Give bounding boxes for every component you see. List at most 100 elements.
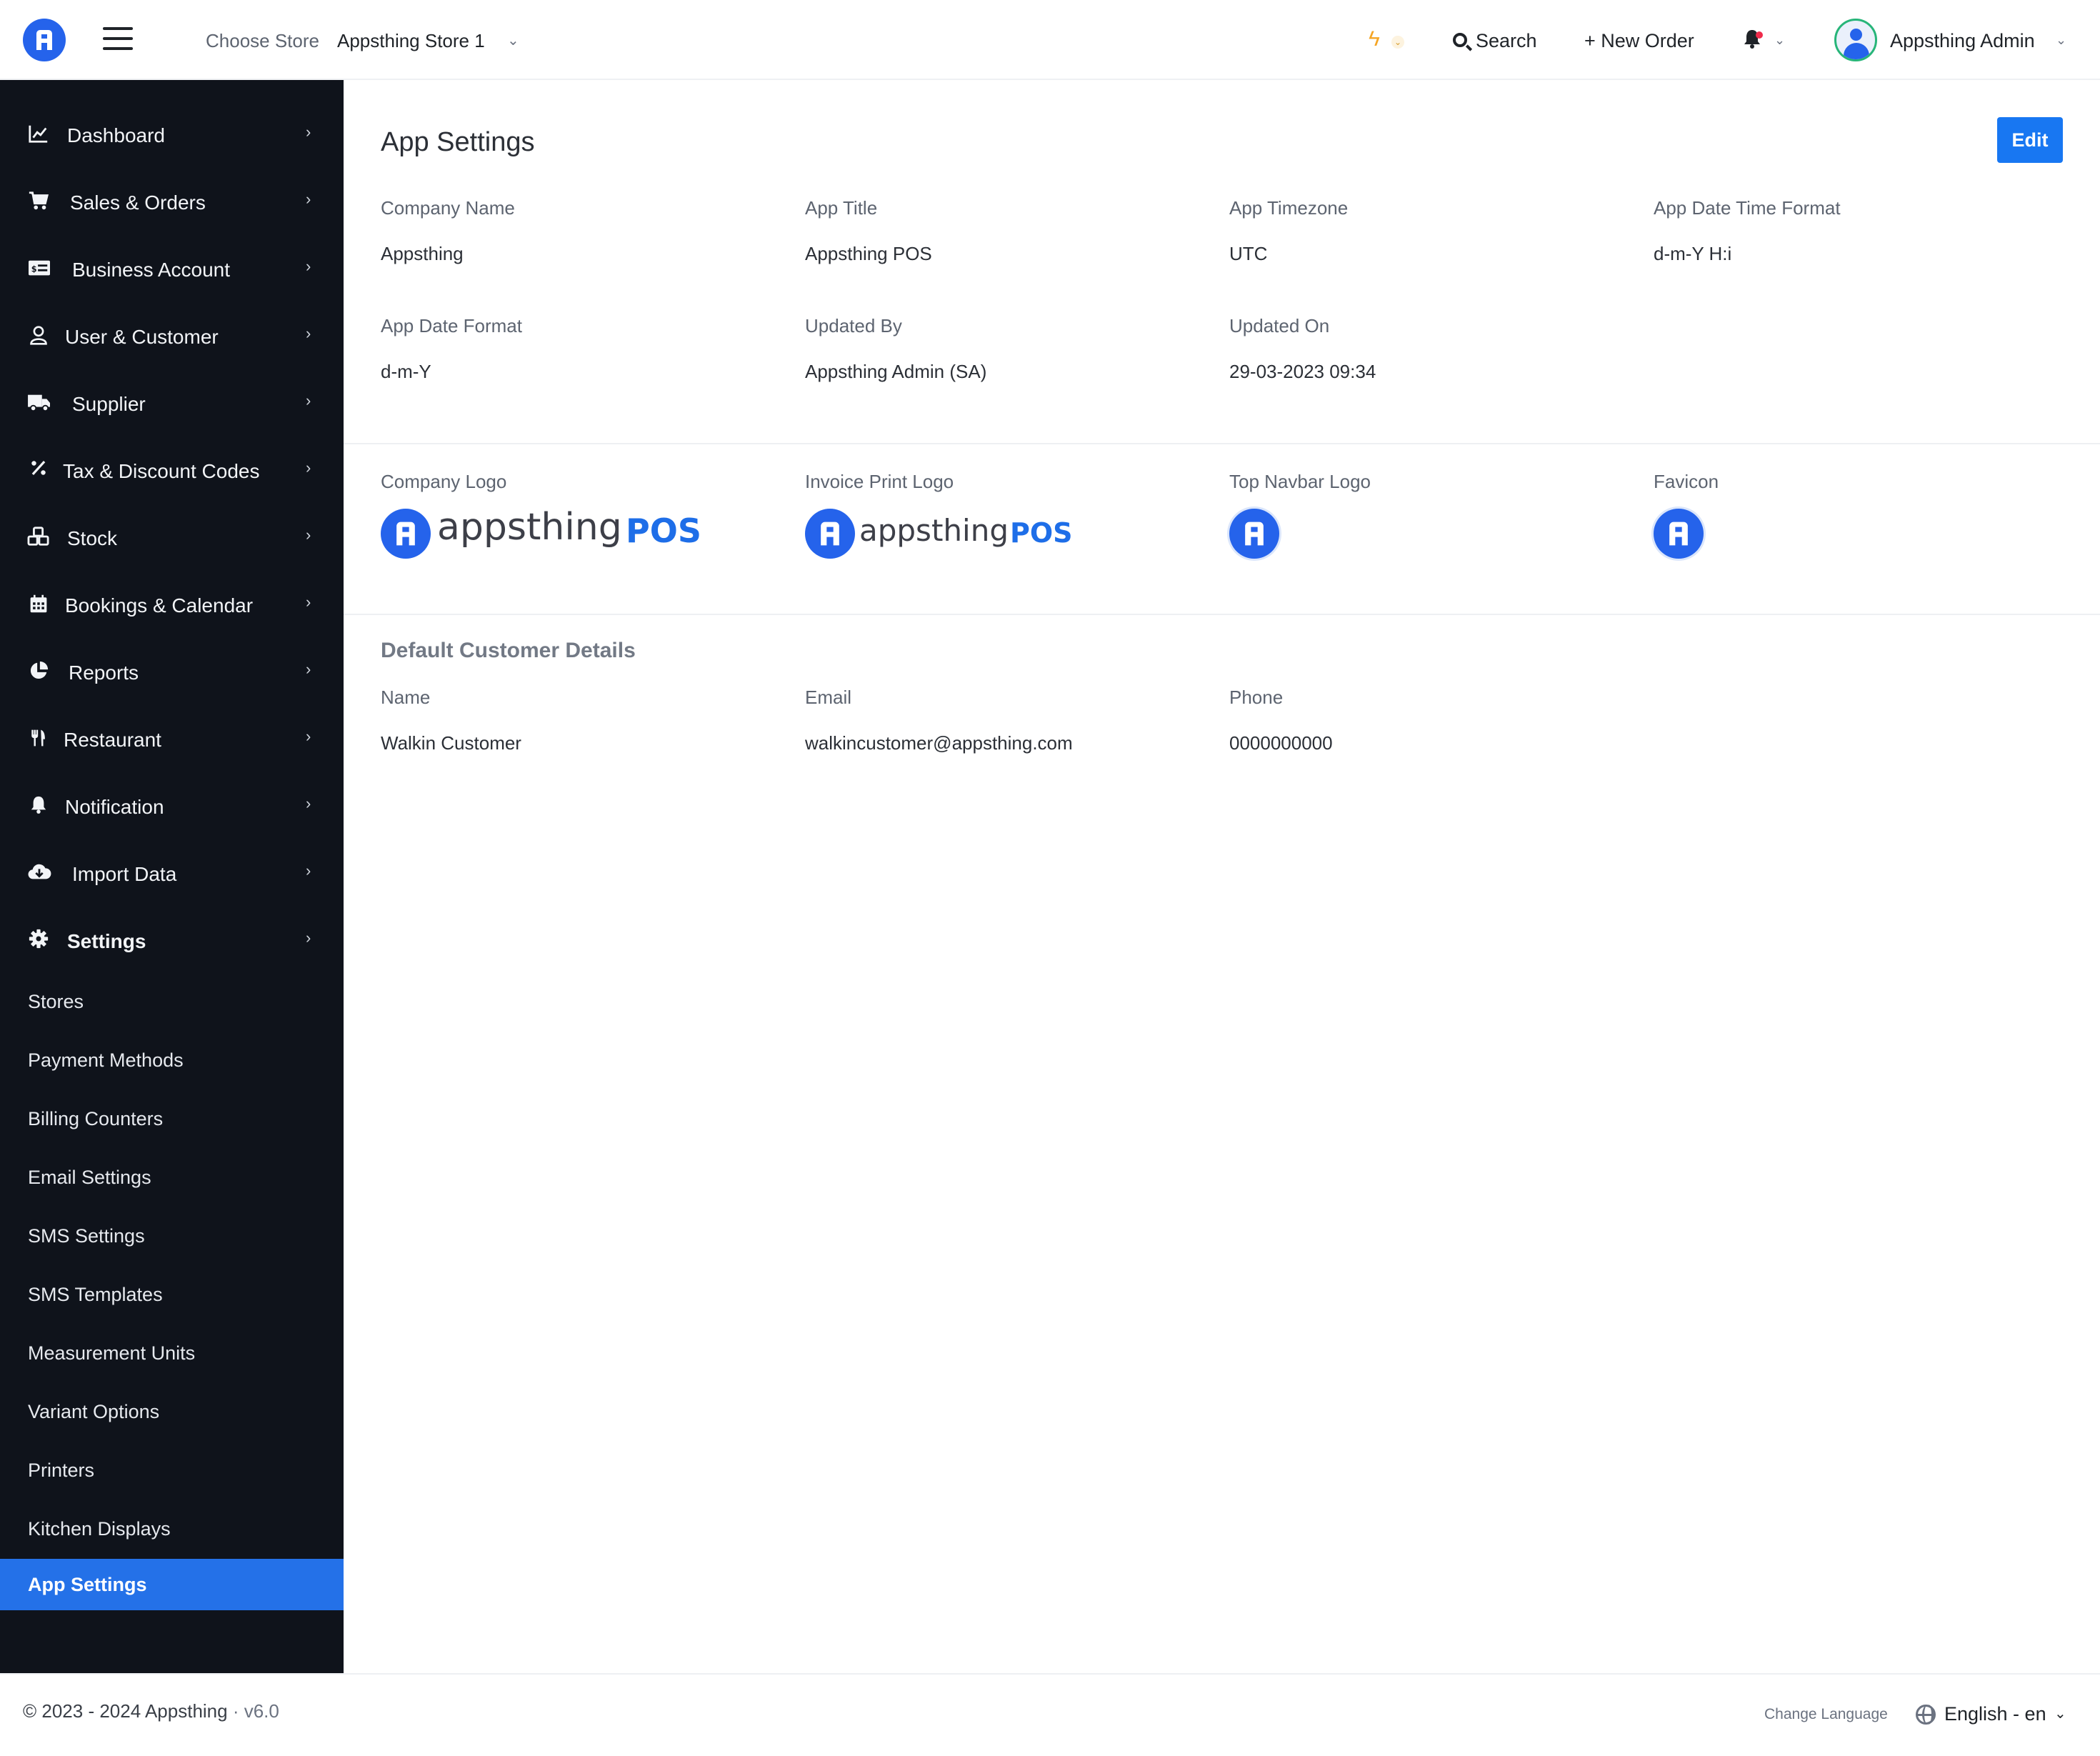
invoice-logo-mark-icon (805, 509, 855, 559)
app-title-value: Appsthing POS (805, 243, 932, 264)
sidebar-item-label: Restaurant (64, 729, 161, 751)
sidebar: Dashboard › Sales & Orders › $ Business … (0, 80, 344, 1673)
app-timezone-value: UTC (1229, 243, 1268, 264)
chevron-right-icon: › (306, 593, 311, 611)
chevron-down-icon[interactable]: ⌄ (1391, 36, 1404, 49)
sidebar-subitem-payment-methods[interactable]: Payment Methods (0, 1034, 344, 1086)
sidebar-item-reports[interactable]: Reports › (0, 643, 344, 700)
user-icon (27, 324, 50, 347)
chart-line-icon (27, 123, 50, 146)
chevron-right-icon: › (306, 391, 311, 409)
invoice-logo-suffix: POS (1010, 517, 1073, 549)
chevron-right-icon: › (306, 324, 311, 342)
updated-by-value: Appsthing Admin (SA) (805, 361, 987, 382)
updated-on-value: 29-03-2023 09:34 (1229, 361, 1376, 382)
favicon-icon (1654, 509, 1704, 559)
date-time-format-value: d-m-Y H:i (1654, 243, 1732, 264)
search-icon[interactable] (1453, 33, 1467, 47)
sidebar-item-label: Tax & Discount Codes (63, 460, 260, 482)
sidebar-item-label: Settings (67, 930, 146, 952)
sidebar-subitem-billing-counters[interactable]: Billing Counters (0, 1093, 344, 1144)
field-label: Company Logo (381, 471, 507, 492)
sidebar-item-settings[interactable]: Settings › (0, 912, 344, 969)
customer-name-value: Walkin Customer (381, 732, 521, 754)
app-logo-icon[interactable] (23, 19, 66, 61)
field-label: App Timezone (1229, 197, 1349, 219)
gear-icon (27, 929, 50, 952)
sidebar-item-dashboard[interactable]: Dashboard › (0, 106, 344, 163)
section-divider (344, 614, 2100, 615)
money-card-icon: $ (27, 257, 50, 280)
sidebar-item-stock[interactable]: Stock › (0, 509, 344, 566)
field-label: Invoice Print Logo (805, 471, 954, 492)
copyright-label: © 2023 - 2024 Appsthing (23, 1700, 228, 1722)
chevron-right-icon: › (306, 929, 311, 947)
chevron-right-icon: › (306, 459, 311, 477)
sidebar-subitem-measurement-units[interactable]: Measurement Units (0, 1327, 344, 1379)
sidebar-item-label: Import Data (72, 863, 177, 885)
field-label: App Date Time Format (1654, 197, 1841, 219)
chevron-right-icon: › (306, 257, 311, 275)
edit-button[interactable]: Edit (1997, 117, 2063, 163)
menu-toggle-icon[interactable] (103, 27, 133, 51)
sidebar-item-import-data[interactable]: Import Data › (0, 844, 344, 902)
sidebar-subitem-app-settings[interactable]: App Settings (0, 1559, 344, 1610)
top-navbar-logo-icon (1229, 509, 1279, 559)
sidebar-subitem-stores[interactable]: Stores (0, 976, 344, 1027)
chevron-right-icon: › (306, 526, 311, 544)
bell-icon (27, 794, 50, 817)
page-title: App Settings (381, 127, 535, 157)
cloud-download-icon (27, 862, 51, 884)
chevron-down-icon[interactable]: ⌄ (507, 31, 519, 49)
customer-email-value: walkincustomer@appsthing.com (805, 732, 1073, 754)
sidebar-item-label: Bookings & Calendar (65, 594, 254, 617)
field-label: Company Name (381, 197, 515, 219)
copyright-text: © 2023 - 2024 Appsthing · v6.0 (23, 1700, 279, 1722)
sidebar-subitem-sms-settings[interactable]: SMS Settings (0, 1210, 344, 1262)
user-menu[interactable]: Appsthing Admin (1890, 30, 2035, 52)
utensils-icon (27, 727, 50, 750)
sidebar-item-restaurant[interactable]: Restaurant › (0, 710, 344, 767)
avatar[interactable] (1834, 19, 1877, 61)
sidebar-item-label: Sales & Orders (70, 191, 206, 214)
field-label: App Date Format (381, 315, 522, 336)
chevron-down-icon[interactable]: ⌄ (2054, 1705, 2066, 1722)
field-label: Top Navbar Logo (1229, 471, 1371, 492)
calendar-icon (27, 593, 50, 616)
sidebar-subitem-kitchen-displays[interactable]: Kitchen Displays (0, 1503, 344, 1555)
sidebar-subitem-sms-templates[interactable]: SMS Templates (0, 1269, 344, 1320)
sidebar-subitem-printers[interactable]: Printers (0, 1445, 344, 1496)
sidebar-item-tax-discount[interactable]: Tax & Discount Codes › (0, 442, 344, 499)
store-selector-label: Choose Store (206, 30, 319, 51)
chevron-right-icon: › (306, 123, 311, 141)
sidebar-item-label: User & Customer (65, 326, 219, 348)
chevron-down-icon[interactable]: ⌄ (2056, 33, 2066, 48)
chevron-right-icon: › (306, 727, 311, 745)
sidebar-item-label: Supplier (72, 393, 146, 415)
language-selector[interactable]: English - en (1944, 1703, 2046, 1725)
sidebar-item-sales-orders[interactable]: Sales & Orders › (0, 173, 344, 230)
store-selector[interactable]: Appsthing Store 1 (337, 30, 485, 52)
sidebar-item-business-account[interactable]: $ Business Account › (0, 240, 344, 297)
svg-text:$: $ (31, 265, 37, 274)
field-label: App Title (805, 197, 878, 219)
company-logo-word: appsthing (437, 506, 622, 549)
field-label: Updated On (1229, 315, 1330, 336)
sidebar-item-notification[interactable]: Notification › (0, 777, 344, 834)
sidebar-item-bookings-calendar[interactable]: Bookings & Calendar › (0, 576, 344, 633)
sidebar-subitem-email-settings[interactable]: Email Settings (0, 1152, 344, 1203)
chevron-right-icon: › (306, 190, 311, 208)
section-divider (344, 443, 2100, 444)
company-logo-suffix: POS (626, 512, 701, 550)
lightning-icon[interactable]: ϟ (1369, 27, 1380, 51)
field-label: Name (381, 687, 431, 708)
pie-chart-icon (27, 660, 50, 683)
sidebar-item-user-customer[interactable]: User & Customer › (0, 307, 344, 364)
sidebar-item-supplier[interactable]: Supplier › (0, 374, 344, 431)
globe-icon (1916, 1705, 1936, 1725)
new-order-button[interactable]: + New Order (1584, 30, 1694, 52)
search-button[interactable]: Search (1476, 30, 1537, 52)
chevron-down-icon[interactable]: ⌄ (1774, 33, 1785, 48)
sidebar-item-label: Stock (67, 527, 118, 549)
sidebar-subitem-variant-options[interactable]: Variant Options (0, 1386, 344, 1437)
